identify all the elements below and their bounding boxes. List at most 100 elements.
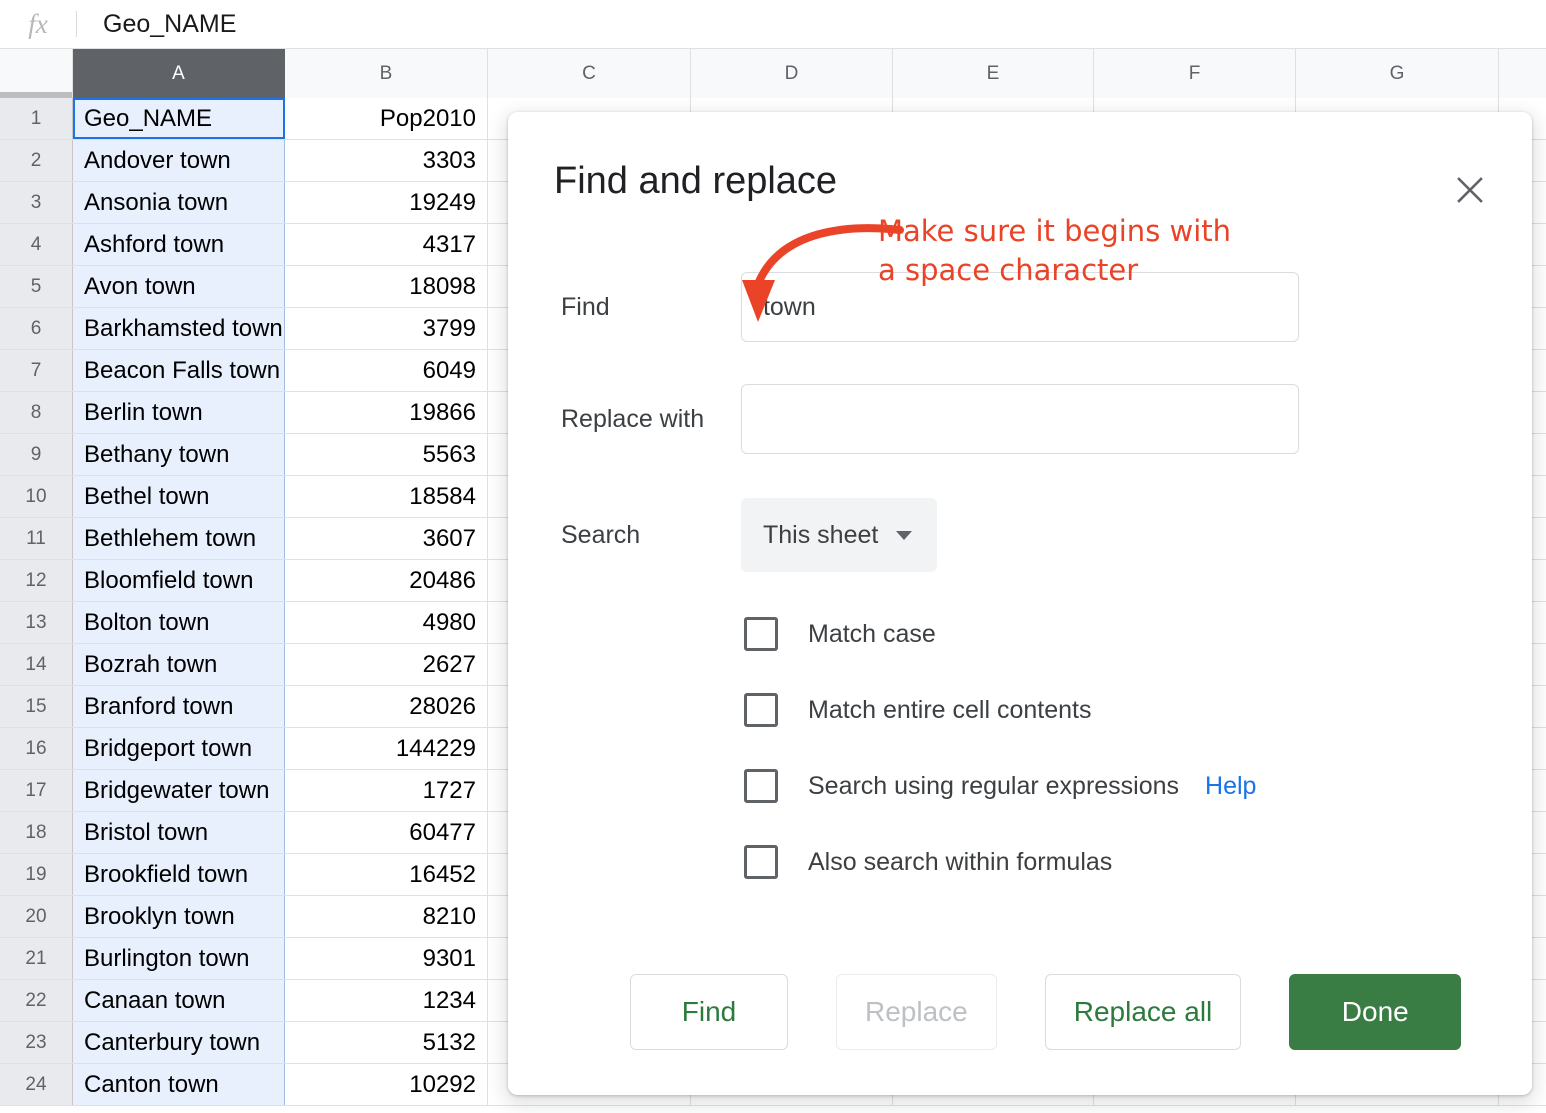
cell-b[interactable]: 10292 (285, 1064, 488, 1105)
find-input[interactable]: town (741, 272, 1299, 342)
row-header[interactable]: 6 (0, 308, 73, 349)
cell-a[interactable]: Bridgeport town (73, 728, 285, 769)
cell-b[interactable]: 8210 (285, 896, 488, 937)
cell-b[interactable]: 18584 (285, 476, 488, 517)
checkbox-also-search-within-formulas[interactable]: Also search within formulas (744, 845, 1112, 879)
row-header[interactable]: 20 (0, 896, 73, 937)
row-header[interactable]: 15 (0, 686, 73, 727)
checkbox-label: Search using regular expressions (808, 772, 1179, 801)
column-header-h[interactable] (1499, 49, 1546, 98)
row-header[interactable]: 12 (0, 560, 73, 601)
row-header[interactable]: 16 (0, 728, 73, 769)
cell-a[interactable]: Bristol town (73, 812, 285, 853)
cell-b[interactable]: 6049 (285, 350, 488, 391)
cell-b[interactable]: 4317 (285, 224, 488, 265)
cell-a[interactable]: Burlington town (73, 938, 285, 979)
cell-a[interactable]: Brooklyn town (73, 896, 285, 937)
column-header-g[interactable]: G (1296, 49, 1499, 98)
cell-b[interactable]: 1234 (285, 980, 488, 1021)
cell-a[interactable]: Geo_NAME (73, 98, 285, 139)
cell-a[interactable]: Ashford town (73, 224, 285, 265)
cell-a[interactable]: Bethany town (73, 434, 285, 475)
row-header[interactable]: 3 (0, 182, 73, 223)
cell-a[interactable]: Avon town (73, 266, 285, 307)
cell-b[interactable]: 18098 (285, 266, 488, 307)
row-header[interactable]: 9 (0, 434, 73, 475)
row-header[interactable]: 24 (0, 1064, 73, 1105)
cell-a[interactable]: Canton town (73, 1064, 285, 1105)
column-header-e[interactable]: E (893, 49, 1094, 98)
column-header-d[interactable]: D (691, 49, 893, 98)
cell-a[interactable]: Ansonia town (73, 182, 285, 223)
row-header[interactable]: 13 (0, 602, 73, 643)
column-header-b[interactable]: B (285, 49, 488, 98)
row-header[interactable]: 23 (0, 1022, 73, 1063)
cell-a[interactable]: Andover town (73, 140, 285, 181)
checkbox-match-entire-cell-contents[interactable]: Match entire cell contents (744, 693, 1091, 727)
row-header[interactable]: 22 (0, 980, 73, 1021)
cell-b[interactable]: 4980 (285, 602, 488, 643)
done-button[interactable]: Done (1289, 974, 1461, 1050)
cell-b[interactable]: 20486 (285, 560, 488, 601)
cell-a[interactable]: Bozrah town (73, 644, 285, 685)
cell-b[interactable]: 144229 (285, 728, 488, 769)
formula-bar-input[interactable]: Geo_NAME (77, 10, 236, 39)
cell-a[interactable]: Barkhamsted town (73, 308, 285, 349)
column-header-f[interactable]: F (1094, 49, 1296, 98)
cell-a[interactable]: Beacon Falls town (73, 350, 285, 391)
cell-a[interactable]: Branford town (73, 686, 285, 727)
column-header-c[interactable]: C (488, 49, 691, 98)
row-header[interactable]: 4 (0, 224, 73, 265)
cell-a[interactable]: Canterbury town (73, 1022, 285, 1063)
cell-a[interactable]: Bolton town (73, 602, 285, 643)
cell-a[interactable]: Bethel town (73, 476, 285, 517)
cell-b[interactable]: 2627 (285, 644, 488, 685)
cell-a[interactable]: Bloomfield town (73, 560, 285, 601)
cell-b[interactable]: 3799 (285, 308, 488, 349)
row-header[interactable]: 5 (0, 266, 73, 307)
row-header[interactable]: 10 (0, 476, 73, 517)
cell-b[interactable]: 16452 (285, 854, 488, 895)
find-button[interactable]: Find (630, 974, 788, 1050)
cell-b[interactable]: 19866 (285, 392, 488, 433)
cell-b[interactable]: 60477 (285, 812, 488, 853)
cell-b[interactable]: 1727 (285, 770, 488, 811)
cell-a[interactable]: Berlin town (73, 392, 285, 433)
cell-b[interactable]: 3607 (285, 518, 488, 559)
cell-a[interactable]: Bridgewater town (73, 770, 285, 811)
row-header[interactable]: 7 (0, 350, 73, 391)
cell-a[interactable]: Bethlehem town (73, 518, 285, 559)
row-header[interactable]: 8 (0, 392, 73, 433)
cell-b[interactable]: 28026 (285, 686, 488, 727)
checkbox-icon[interactable] (744, 617, 778, 651)
row-header[interactable]: 21 (0, 938, 73, 979)
row-header[interactable]: 17 (0, 770, 73, 811)
cell-b[interactable]: 3303 (285, 140, 488, 181)
cell-b[interactable]: 5132 (285, 1022, 488, 1063)
search-scope-dropdown[interactable]: This sheet (741, 498, 937, 572)
replace-input[interactable] (741, 384, 1299, 454)
cell-b[interactable]: 5563 (285, 434, 488, 475)
checkbox-search-using-regular-expressions[interactable]: Search using regular expressions Help (744, 769, 1256, 803)
checkbox-match-case[interactable]: Match case (744, 617, 936, 651)
row-header[interactable]: 2 (0, 140, 73, 181)
cell-b[interactable]: 19249 (285, 182, 488, 223)
cell-b[interactable]: 9301 (285, 938, 488, 979)
row-header[interactable]: 1 (0, 98, 73, 139)
checkbox-icon[interactable] (744, 845, 778, 879)
checkbox-label: Also search within formulas (808, 848, 1112, 877)
replace-all-button[interactable]: Replace all (1045, 974, 1242, 1050)
row-header[interactable]: 19 (0, 854, 73, 895)
close-icon[interactable] (1450, 170, 1490, 210)
row-header[interactable]: 14 (0, 644, 73, 685)
cell-a[interactable]: Canaan town (73, 980, 285, 1021)
row-header[interactable]: 11 (0, 518, 73, 559)
row-header[interactable]: 18 (0, 812, 73, 853)
cell-b[interactable]: Pop2010 (285, 98, 488, 139)
checkbox-icon[interactable] (744, 693, 778, 727)
select-all-corner[interactable] (0, 49, 73, 98)
checkbox-icon[interactable] (744, 769, 778, 803)
cell-a[interactable]: Brookfield town (73, 854, 285, 895)
regex-help-link[interactable]: Help (1205, 772, 1256, 801)
column-header-a[interactable]: A (73, 49, 285, 98)
